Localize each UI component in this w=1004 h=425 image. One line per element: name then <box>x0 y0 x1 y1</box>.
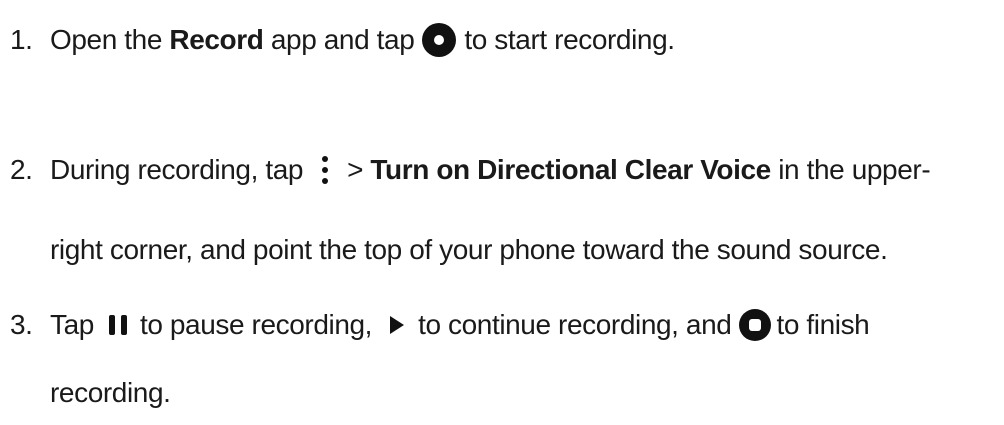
step-3-line-2: recording. <box>50 375 171 411</box>
step-number: 3. <box>10 309 33 340</box>
step-text: app and tap <box>263 24 415 55</box>
pause-icon <box>108 313 128 337</box>
step-text: Open the <box>50 24 170 55</box>
more-vertical-icon <box>319 154 331 186</box>
step-2-line-1: 2. During recording, tap > Turn on Direc… <box>10 152 931 188</box>
step-text: to continue recording, and <box>418 309 732 340</box>
step-text: right corner, and point the top of your … <box>50 234 888 265</box>
app-name-record: Record <box>169 24 264 55</box>
stop-icon <box>738 308 772 342</box>
record-start-icon <box>421 22 457 58</box>
menu-option-directional-clear-voice: Turn on Directional Clear Voice <box>370 154 771 185</box>
step-text: Tap <box>50 309 94 340</box>
step-1-line-1: 1. Open the Record app and tap to start … <box>10 22 675 58</box>
step-number: 1. <box>10 24 33 55</box>
step-text: in the upper- <box>770 154 931 185</box>
step-text: to finish <box>776 309 870 340</box>
step-2-line-2: right corner, and point the top of your … <box>50 232 888 268</box>
step-text: to pause recording, <box>139 309 373 340</box>
step-3-line-1: 3. Tap to pause recording, to continue r… <box>10 307 870 343</box>
step-text: recording. <box>50 377 171 408</box>
step-text: > <box>347 154 371 185</box>
step-text: to start recording. <box>464 24 675 55</box>
play-icon <box>388 314 406 336</box>
step-text: During recording, tap <box>50 154 304 185</box>
step-number: 2. <box>10 154 33 185</box>
